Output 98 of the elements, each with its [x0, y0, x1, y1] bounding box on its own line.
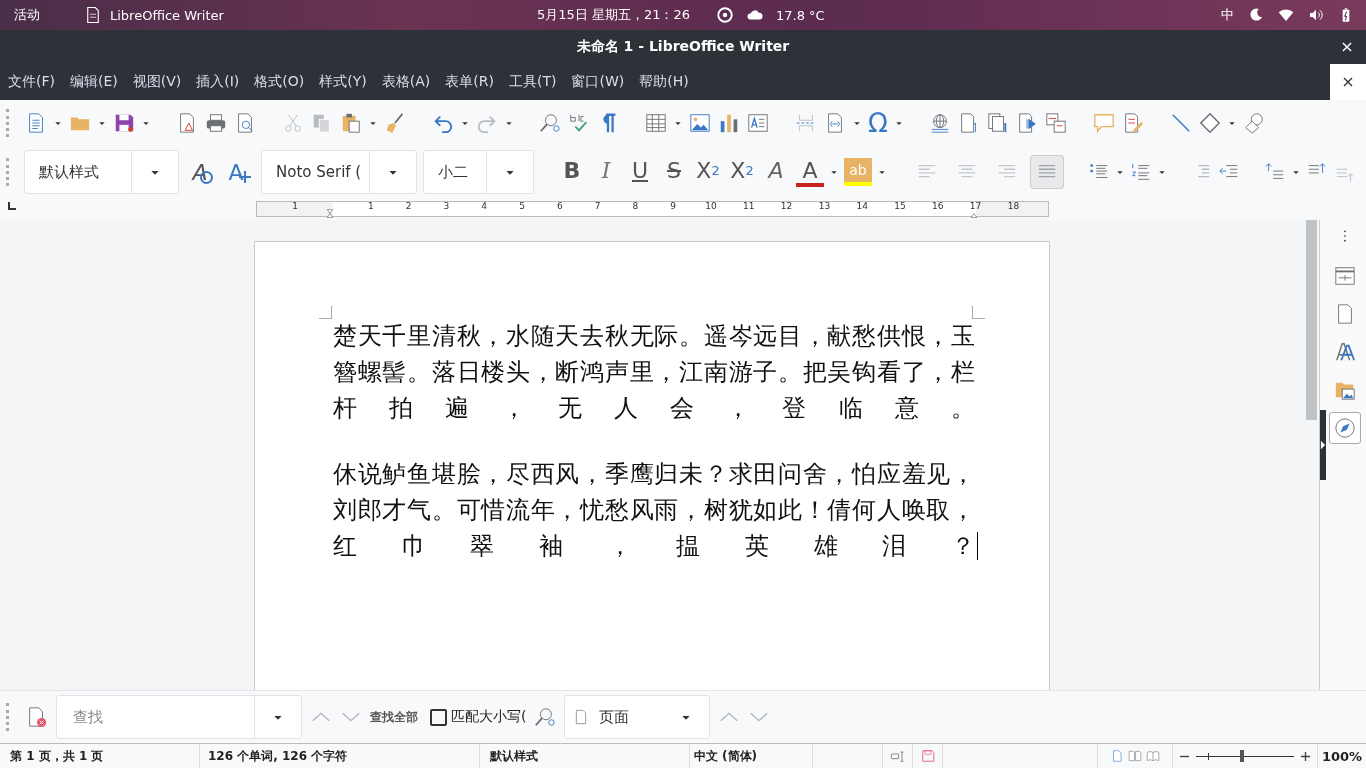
ruler-number: 18: [1007, 202, 1020, 211]
ruler-number: 2: [405, 202, 412, 211]
navigate-by-dropdown[interactable]: 页面: [564, 695, 711, 739]
menu-item[interactable]: 窗口(W): [565, 73, 631, 91]
menu-item[interactable]: 视图(V): [126, 73, 188, 91]
ruler-number: 8: [632, 202, 639, 211]
navigator-icon[interactable]: [1329, 412, 1361, 444]
numbered-list-icon[interactable]: [1130, 161, 1152, 183]
vertical-scrollbar[interactable]: [1304, 220, 1319, 690]
find-all-button[interactable]: 查找全部: [370, 708, 418, 726]
poem-paragraph: 楚天千里清秋，水随天去秋无际。遥岑远目，献愁供恨，玉簪螺髻。落日楼头，断鸿声里，江南游子。把吴钩看了，栏杆拍遍，无人会，登临意。: [333, 322, 975, 423]
document-modified-icon[interactable]: [920, 749, 935, 763]
italic-button[interactable]: I: [592, 157, 620, 187]
ruler-number: 12: [780, 202, 793, 211]
bar-chart-icon[interactable]: [718, 112, 740, 134]
ruler-number: 14: [856, 202, 868, 211]
ruler-number: 1: [367, 202, 374, 211]
clock[interactable]: 5月15日 星期五，21：26: [537, 6, 691, 24]
printer-icon[interactable]: [205, 112, 227, 134]
page-style[interactable]: 默认样式: [480, 744, 690, 768]
save-icon[interactable]: [113, 112, 135, 134]
ruler-number: 1: [292, 202, 299, 211]
menu-item[interactable]: 编辑(E): [64, 73, 124, 91]
menu-item[interactable]: 文件(F): [2, 73, 61, 91]
zoom-percentage[interactable]: 100%: [1318, 744, 1366, 768]
single-page-view-icon[interactable]: [1110, 749, 1124, 763]
weather-temperature[interactable]: 17.8 °C: [776, 7, 825, 23]
find-replace-icon[interactable]: [534, 706, 557, 728]
ruler-number: 9: [670, 202, 677, 211]
menu-item[interactable]: 工具(T): [502, 73, 563, 91]
text-box-icon[interactable]: [747, 112, 769, 134]
poem-paragraph: 休说鲈鱼堪脍，尽西风，季鹰归未？求田问舍，怕应羞见，刘郎才气。可惜流年，忧愁风雨，树犹如此！倩何人唤取，红巾翠袖，揾英雄泪？: [333, 460, 975, 561]
ruler-number: 3: [443, 202, 450, 211]
font-name-dropdown[interactable]: Noto Serif (: [261, 150, 417, 194]
moon-icon[interactable]: [1248, 7, 1264, 23]
match-case-label[interactable]: 匹配大小写(: [451, 708, 527, 726]
pages-icon[interactable]: [986, 112, 1009, 134]
menu-item[interactable]: 样式(Y): [313, 73, 373, 91]
volume-icon[interactable]: [1308, 7, 1324, 23]
ruler-number: 4: [481, 202, 488, 211]
clear-button[interactable]: A: [762, 157, 790, 187]
image-icon[interactable]: [689, 112, 711, 134]
page-count[interactable]: 第 1 页，共 1 页: [0, 744, 200, 768]
close-icon[interactable]: [1340, 40, 1354, 54]
ruler-number: 17: [969, 202, 982, 211]
text-cursor: [977, 532, 978, 560]
table-icon[interactable]: [645, 112, 667, 134]
menu-item[interactable]: 插入(I): [190, 73, 246, 91]
cross-reference-icon[interactable]: [1044, 112, 1067, 134]
zoom-slider-thumb[interactable]: [1240, 750, 1245, 762]
ruler-number: 13: [818, 202, 831, 211]
bold-button[interactable]: B: [558, 157, 586, 187]
find-combo-box[interactable]: 查找: [56, 695, 302, 739]
close-find-bar-icon[interactable]: [26, 706, 48, 728]
font-size-dropdown[interactable]: 小二: [423, 150, 534, 194]
paste-icon[interactable]: [340, 112, 362, 134]
ruler-number: 16: [932, 202, 944, 211]
shapes-icon[interactable]: [1242, 112, 1265, 134]
find-replace-icon[interactable]: [539, 112, 561, 134]
spellcheck-icon[interactable]: [568, 112, 590, 134]
ruler-number: 5: [519, 202, 525, 211]
input-method-indicator[interactable]: 中: [1221, 6, 1234, 24]
update-style-button[interactable]: A: [185, 157, 215, 187]
underline-button[interactable]: U: [626, 157, 654, 187]
menu-item[interactable]: 表单(R): [439, 73, 500, 91]
brush-icon[interactable]: [384, 112, 406, 134]
app-menu[interactable]: LibreOffice Writer: [84, 6, 224, 24]
tab-stop-marker[interactable]: [8, 202, 16, 210]
find-field[interactable]: 查找: [57, 696, 254, 738]
ruler-number: 15: [894, 202, 906, 211]
menu-item[interactable]: 格式(O): [248, 73, 311, 91]
book-view-icon[interactable]: [1146, 749, 1160, 763]
window-title: 未命名 1 - LibreOffice Writer: [576, 38, 790, 56]
activities-button[interactable]: 活动: [14, 6, 40, 24]
ruler[interactable]: 1 1 2 3 4 5 6 7 8 9 10 11 12 13 14 15 16 17 18: [256, 201, 1049, 217]
ruler-number: 10: [705, 202, 717, 211]
menu-item[interactable]: 帮助(H): [633, 73, 695, 91]
ruler-number: 6: [556, 202, 563, 211]
document-icon: [84, 6, 102, 24]
sidebar-collapse-handle[interactable]: [1320, 410, 1326, 480]
zoom-in-icon[interactable]: [1300, 750, 1311, 762]
wifi-icon[interactable]: [1278, 7, 1294, 23]
menu-item[interactable]: 表格(A): [375, 73, 437, 91]
font-color-button[interactable]: A: [796, 157, 824, 187]
ruler-number: 11: [743, 202, 755, 211]
paragraph-style-dropdown[interactable]: 默认样式: [24, 150, 179, 194]
insert-mode-icon[interactable]: [889, 748, 906, 764]
special-character-button[interactable]: Ω: [868, 110, 888, 136]
language[interactable]: 中文 (简体): [690, 744, 813, 768]
diamond-icon[interactable]: [1198, 112, 1221, 134]
ruler-number: 7: [594, 202, 601, 211]
multi-page-view-icon[interactable]: [1128, 749, 1142, 763]
match-case-checkbox[interactable]: [430, 708, 447, 726]
strike-button[interactable]: S: [660, 157, 688, 187]
document-page[interactable]: 楚天千里清秋，水随天去秋无际。遥岑远目，献愁供恨，玉簪螺髻。落日楼头，断鸿声里，江南游子。把吴钩看了，栏杆拍遍，无人会，登临意。 休说鲈鱼堪脍，尽西风，季鹰归未？求田问舍，怕应羞见，刘郎才气。可惜流年，忧愁风雨，树犹如此！倩何人唤取，红巾翠袖，揾英雄泪？: [254, 241, 1050, 690]
superscript-button[interactable]: X$^{2}$: [694, 157, 722, 187]
word-count[interactable]: 126 个单词, 126 个字符: [200, 744, 480, 768]
indent-marker-icon[interactable]: [325, 209, 335, 218]
